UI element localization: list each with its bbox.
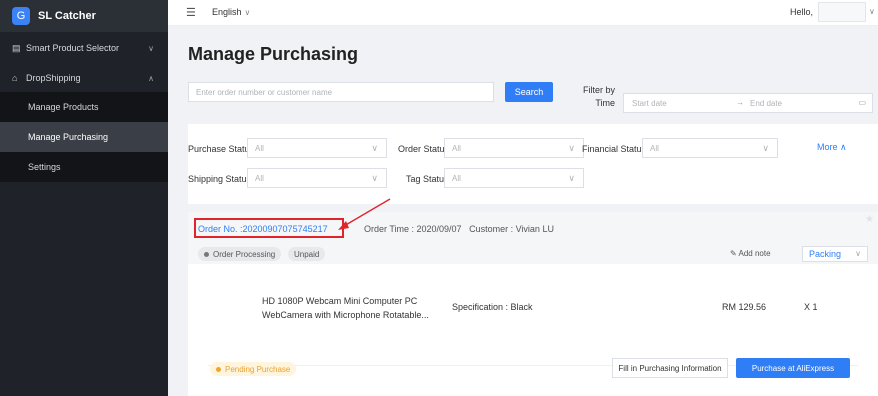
app-name: SL Catcher [38, 10, 96, 22]
filter-panel: Purchase Status All ∨ Order Status All ∨… [188, 124, 878, 204]
payment-badge: Unpaid [288, 247, 326, 261]
product-spec: Specification : Black [452, 302, 533, 312]
arrow-right-icon: → [736, 98, 744, 107]
more-filters-toggle[interactable]: More ∧ [817, 142, 847, 153]
sidebar-item-manage-products[interactable]: Manage Products [0, 92, 168, 122]
search-button[interactable]: Search [505, 82, 553, 102]
tag-status-select[interactable]: All ∨ [444, 168, 584, 188]
status-dot-icon [204, 251, 209, 257]
select-value: All [452, 143, 461, 153]
sidebar-item-label: Smart Product Selector [26, 43, 120, 53]
chevron-down-icon[interactable]: ∨ [869, 7, 875, 16]
purchase-status-label: Purchase Status [188, 144, 247, 154]
order-header: Order No. :20200907075745217 Order Time … [188, 212, 878, 264]
time-label: Time [595, 98, 615, 108]
select-value: All [255, 173, 264, 183]
order-number-link[interactable]: Order No. :20200907075745217 [198, 224, 328, 234]
packing-select[interactable]: Packing ∨ [802, 246, 868, 262]
badge-label: Pending Purchase [225, 364, 291, 374]
purchase-status-select[interactable]: All ∨ [247, 138, 387, 158]
user-menu[interactable] [818, 2, 866, 22]
product-name[interactable]: HD 1080P Webcam Mini Computer PC WebCame… [262, 294, 442, 322]
chevron-down-icon: ∨ [568, 173, 575, 183]
order-status-label: Order Status [398, 144, 444, 154]
brand[interactable]: G SL Catcher [0, 0, 168, 32]
sidebar: G SL Catcher ▤ Smart Product Selector ∨ … [0, 0, 168, 396]
order-card: Order No. :20200907075745217 Order Time … [188, 212, 878, 396]
calendar-icon: ▭ [858, 98, 866, 107]
sidebar-item-manage-purchasing[interactable]: Manage Purchasing [0, 122, 168, 152]
financial-status-select[interactable]: All ∨ [642, 138, 778, 158]
start-date-input[interactable]: Start date [632, 99, 667, 108]
chevron-down-icon: ∨ [148, 43, 154, 53]
product-price: RM 129.56 [722, 302, 767, 312]
greeting: Hello, [790, 7, 814, 17]
app-logo-icon: G [12, 7, 30, 25]
add-note-label: Add note [738, 249, 771, 258]
sidebar-item-smart-product-selector[interactable]: ▤ Smart Product Selector ∨ [0, 34, 168, 62]
tag-status-label: Tag Status [406, 174, 444, 184]
top-bar: ☰ English ∨ Hello, ∨ [168, 0, 878, 26]
edit-icon: ✎ [730, 249, 737, 258]
select-value: All [650, 143, 659, 153]
status-dot-icon [216, 366, 221, 372]
chevron-down-icon: ∨ [568, 143, 575, 153]
select-value: Packing [809, 249, 842, 259]
purchase-status-badge: Pending Purchase [210, 362, 297, 376]
badge-label: Unpaid [294, 249, 320, 259]
date-range-picker[interactable]: Start date → End date ▭ [623, 93, 873, 113]
sidebar-item-dropshipping[interactable]: ⌂ DropShipping ∧ [0, 64, 168, 92]
order-status-select[interactable]: All ∨ [444, 138, 584, 158]
page-title: Manage Purchasing [188, 44, 359, 64]
sidebar-item-label: Manage Products [28, 102, 99, 112]
chevron-up-icon: ∧ [148, 73, 154, 83]
language-label: English [212, 7, 242, 17]
order-meta: Order Time : 2020/09/07 Customer : Vivia… [364, 224, 554, 234]
star-icon[interactable]: ★ [865, 214, 874, 225]
sidebar-item-label: Settings [28, 162, 61, 172]
grid-icon: ▤ [12, 42, 21, 53]
chevron-down-icon: ∨ [762, 143, 769, 153]
purchase-at-aliexpress-button[interactable]: Purchase at AliExpress [736, 358, 850, 378]
order-customer: Customer : Vivian LU [469, 224, 554, 234]
search-input[interactable]: Enter order number or customer name [188, 82, 494, 102]
end-date-input[interactable]: End date [750, 99, 782, 108]
financial-status-label: Financial Status [582, 144, 642, 154]
language-selector[interactable]: English ∨ [212, 7, 250, 17]
bag-icon: ⌂ [12, 73, 18, 83]
product-quantity: X 1 [804, 302, 818, 312]
fill-purchasing-info-button[interactable]: Fill in Purchasing Information [612, 358, 728, 378]
sidebar-item-settings[interactable]: Settings [0, 152, 168, 182]
order-time: Order Time : 2020/09/07 [364, 224, 462, 234]
filter-by-time-label: Filter by Time [581, 84, 615, 110]
sidebar-item-label: DropShipping [26, 73, 81, 83]
sidebar-item-label: Manage Purchasing [28, 132, 109, 142]
chevron-down-icon: ∨ [371, 143, 378, 153]
select-value: All [255, 143, 264, 153]
filter-by-label: Filter by [582, 85, 615, 95]
badge-label: Order Processing [213, 249, 276, 259]
select-value: All [452, 173, 461, 183]
shipping-status-select[interactable]: All ∨ [247, 168, 387, 188]
shipping-status-label: Shipping Status [188, 174, 247, 184]
menu-fold-icon[interactable]: ☰ [186, 6, 196, 19]
chevron-down-icon: ∨ [855, 249, 861, 258]
main-content: Manage Purchasing Enter order number or … [168, 26, 878, 396]
add-note-button[interactable]: ✎ Add note [730, 249, 771, 258]
status-badge: Order Processing [198, 247, 282, 261]
chevron-down-icon: ∨ [371, 173, 378, 183]
chevron-down-icon: ∨ [244, 8, 251, 17]
